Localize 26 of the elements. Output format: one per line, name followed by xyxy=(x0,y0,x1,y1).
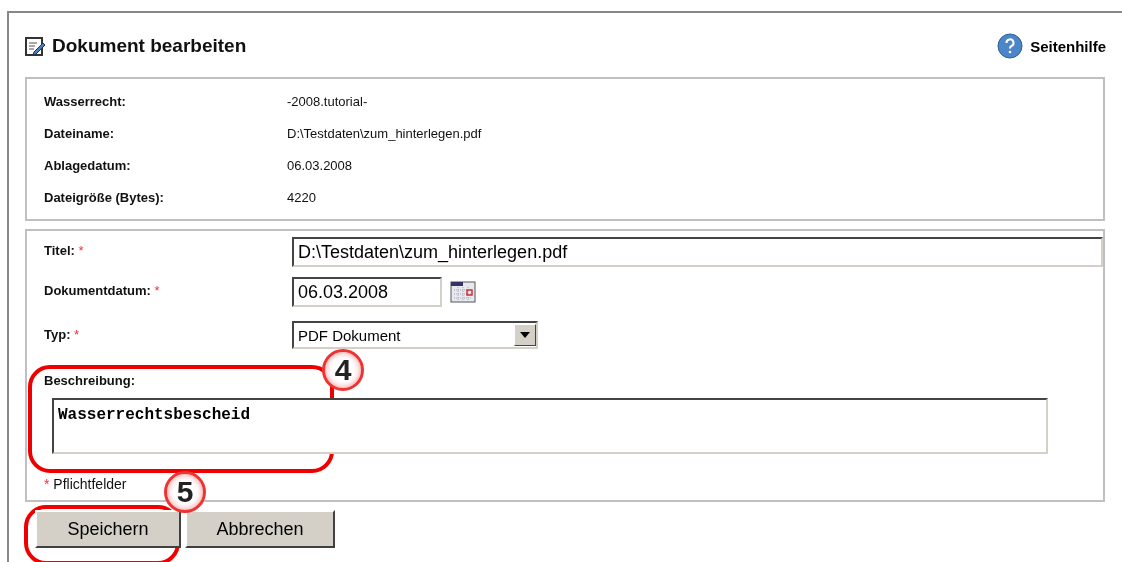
info-value: 4220 xyxy=(287,188,317,207)
info-value: -2008.tutorial- xyxy=(287,92,369,111)
dropdown-arrow-icon xyxy=(520,332,530,338)
field-label: Titel: * xyxy=(44,242,84,258)
page-title: Dokument bearbeiten xyxy=(52,35,247,57)
info-label: Dateiname: xyxy=(44,124,116,143)
type-dropdown[interactable]: PDF Dokument xyxy=(292,321,538,349)
edit-document-icon xyxy=(25,37,46,57)
save-button[interactable]: Speichern xyxy=(35,510,181,548)
info-label: Ablagedatum: xyxy=(44,156,132,175)
info-value: D:\Testdaten\zum_hinterlegen.pdf xyxy=(287,124,483,143)
field-label: Typ: * xyxy=(44,326,80,342)
info-label: Wasserrecht: xyxy=(44,92,127,111)
help-icon xyxy=(997,33,1024,59)
step-number-badge: 5 xyxy=(164,471,206,513)
step-number-badge: 4 xyxy=(322,349,364,391)
field-label: Beschreibung: xyxy=(44,372,135,388)
title-input[interactable]: D:\Testdaten\zum_hinterlegen.pdf xyxy=(292,237,1103,267)
help-link[interactable]: Seitenhilfe xyxy=(997,33,1106,59)
cancel-button[interactable]: Abbrechen xyxy=(185,510,335,548)
calendar-icon[interactable] xyxy=(450,281,476,303)
info-label: Dateigröße (Bytes): xyxy=(44,188,165,207)
date-input[interactable]: 06.03.2008 xyxy=(292,277,442,307)
description-textarea[interactable]: Wasserrechtsbescheid xyxy=(52,398,1048,454)
field-label: Dokumentdatum: * xyxy=(44,282,160,298)
info-value: 06.03.2008 xyxy=(287,156,354,175)
